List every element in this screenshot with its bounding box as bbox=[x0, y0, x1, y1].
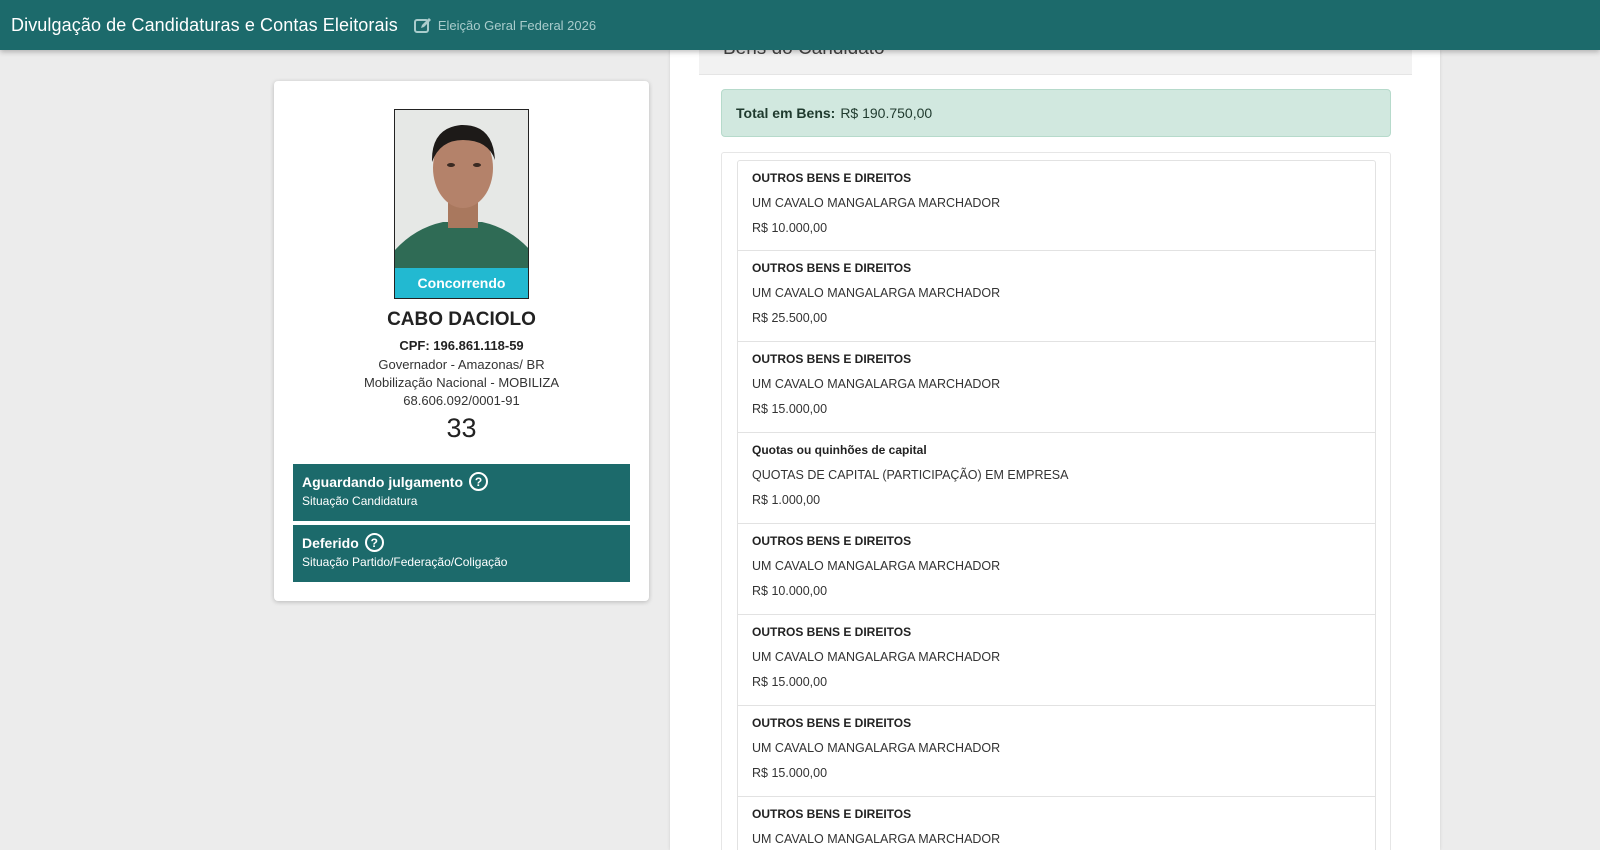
assets-panel: Bens do Candidato Total em Bens: R$ 190.… bbox=[670, 50, 1440, 850]
total-assets-box: Total em Bens: R$ 190.750,00 bbox=[721, 89, 1391, 137]
asset-type: OUTROS BENS E DIREITOS bbox=[752, 171, 912, 185]
asset-list: OUTROS BENS E DIREITOS UM CAVALO MANGALAR… bbox=[737, 160, 1376, 850]
asset-item: OUTROS BENS E DIREITOS UM CAVALO MANGALAR… bbox=[737, 615, 1376, 706]
candidate-name: CABO DACIOLO bbox=[387, 309, 536, 330]
asset-value: R$ 25.500,00 bbox=[752, 311, 828, 325]
asset-type: OUTROS BENS E DIREITOS bbox=[752, 716, 912, 730]
election-label: Eleição Geral Federal 2026 bbox=[437, 17, 597, 33]
status-partido-title: Deferido bbox=[302, 534, 359, 551]
asset-description: UM CAVALO MANGALARGA MARCHADOR bbox=[752, 650, 1001, 664]
asset-value: R$ 15.000,00 bbox=[752, 402, 828, 416]
app-title: Divulgação de Candidaturas e Contas Elei… bbox=[11, 14, 398, 35]
question-circle-icon[interactable]: ? bbox=[364, 533, 384, 552]
asset-description: UM CAVALO MANGALARGA MARCHADOR bbox=[752, 741, 1001, 755]
total-assets-label: Total em Bens: bbox=[736, 105, 836, 121]
candidate-cpf: CPF: 196.861.118-59 bbox=[399, 338, 524, 353]
asset-item: OUTROS BENS E DIREITOS UM CAVALO MANGALAR… bbox=[737, 706, 1376, 797]
asset-item: OUTROS BENS E DIREITOS UM CAVALO MANGALAR… bbox=[737, 524, 1376, 615]
candidate-photo: Concorrendo bbox=[394, 109, 529, 299]
edit-icon bbox=[413, 17, 431, 33]
asset-description: UM CAVALO MANGALARGA MARCHADOR bbox=[752, 377, 1001, 391]
asset-value: R$ 10.000,00 bbox=[752, 221, 828, 235]
asset-type: OUTROS BENS E DIREITOS bbox=[752, 807, 912, 821]
status-candidatura-title: Aguardando julgamento bbox=[302, 473, 463, 490]
assets-section-header[interactable]: Bens do Candidato bbox=[699, 50, 1412, 75]
asset-type: OUTROS BENS E DIREITOS bbox=[752, 261, 912, 275]
assets-section-title: Bens do Candidato bbox=[723, 50, 885, 60]
assets-list-container: OUTROS BENS E DIREITOS UM CAVALO MANGALAR… bbox=[721, 152, 1391, 850]
candidate-card: Concorrendo CABO DACIOLO CPF: 196.861.11… bbox=[274, 81, 649, 601]
asset-description: UM CAVALO MANGALARGA MARCHADOR bbox=[752, 196, 1001, 210]
asset-type: OUTROS BENS E DIREITOS bbox=[752, 534, 912, 548]
asset-type: OUTROS BENS E DIREITOS bbox=[752, 625, 912, 639]
question-circle-icon[interactable]: ? bbox=[469, 472, 488, 491]
asset-description: QUOTAS DE CAPITAL (PARTICIPAÇÃO) EM EMPR… bbox=[752, 468, 1069, 482]
status-candidatura-subtitle: Situação Candidatura bbox=[302, 494, 418, 508]
candidate-cnpj: 68.606.092/0001-91 bbox=[403, 393, 520, 408]
top-bar: Divulgação de Candidaturas e Contas Elei… bbox=[0, 0, 1600, 50]
status-candidatura: Aguardando julgamento ? Situação Candida… bbox=[293, 464, 630, 521]
asset-description: UM CAVALO MANGALARGA MARCHADOR bbox=[752, 286, 1001, 300]
status-partido-subtitle: Situação Partido/Federação/Coligação bbox=[302, 555, 508, 569]
asset-item: OUTROS BENS E DIREITOS UM CAVALO MANGALAR… bbox=[737, 342, 1376, 433]
election-selector[interactable]: Eleição Geral Federal 2026 bbox=[413, 17, 597, 34]
asset-value: R$ 15.000,00 bbox=[752, 675, 828, 689]
asset-type: Quotas ou quinhões de capital bbox=[752, 443, 927, 457]
candidate-party: Mobilização Nacional - MOBILIZA bbox=[363, 375, 560, 390]
asset-value: R$ 10.000,00 bbox=[752, 584, 828, 598]
asset-item: OUTROS BENS E DIREITOS UM CAVALO MANGALAR… bbox=[737, 797, 1376, 850]
asset-value: R$ 1.000,00 bbox=[752, 493, 821, 507]
asset-item: OUTROS BENS E DIREITOS UM CAVALO MANGALAR… bbox=[737, 160, 1376, 251]
status-partido: Deferido ? Situação Partido/Federação/Co… bbox=[293, 525, 630, 582]
asset-type: OUTROS BENS E DIREITOS bbox=[752, 352, 912, 366]
asset-description: UM CAVALO MANGALARGA MARCHADOR bbox=[752, 559, 1001, 573]
asset-value: R$ 15.000,00 bbox=[752, 766, 828, 780]
asset-item: Quotas ou quinhões de capital QUOTAS DE C… bbox=[737, 433, 1376, 524]
total-assets-value: R$ 190.750,00 bbox=[840, 105, 933, 121]
asset-description: UM CAVALO MANGALARGA MARCHADOR bbox=[752, 832, 1001, 846]
candidate-status-label: Concorrendo bbox=[395, 268, 528, 298]
candidate-number: 33 bbox=[446, 413, 477, 443]
candidate-office: Governador - Amazonas/ BR bbox=[378, 357, 545, 372]
asset-item: OUTROS BENS E DIREITOS UM CAVALO MANGALAR… bbox=[737, 251, 1376, 342]
